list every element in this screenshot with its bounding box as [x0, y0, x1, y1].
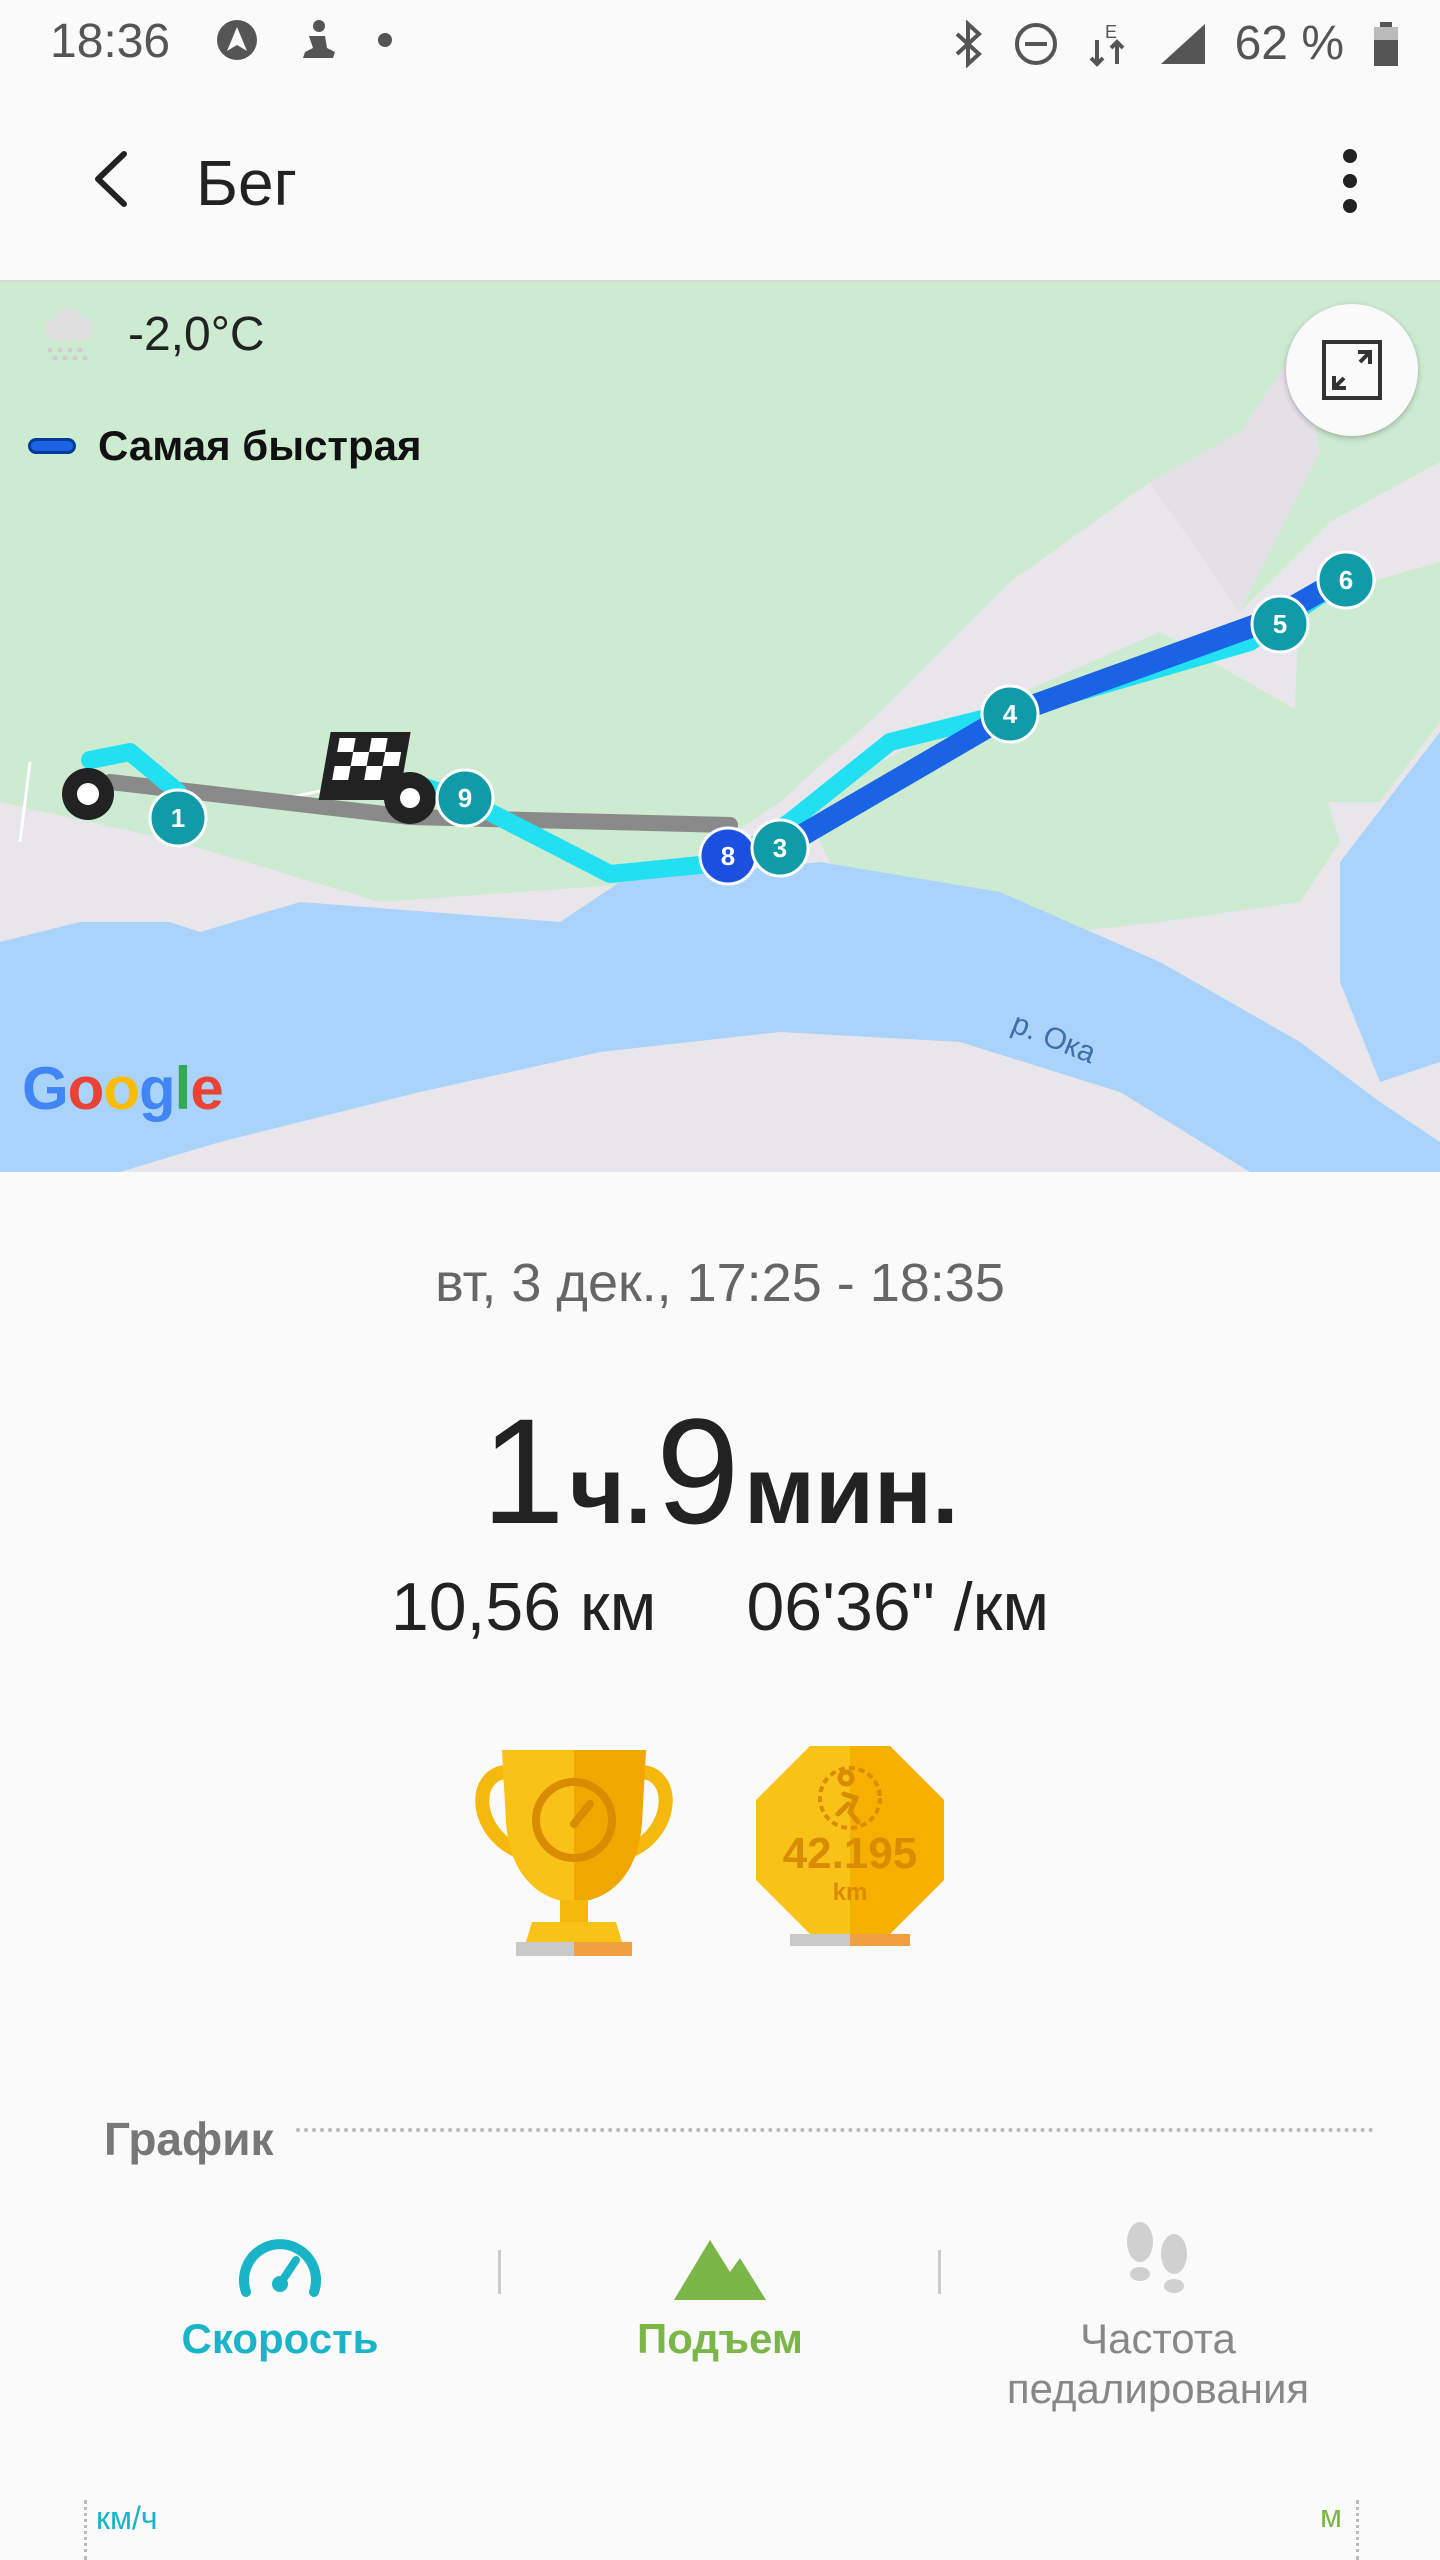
tab-elevation-label: Подъем [637, 2315, 803, 2362]
duration-minutes-unit: мин. [743, 1437, 959, 1544]
expand-map-button[interactable] [1286, 304, 1418, 436]
medal-value: 42.195 [783, 1829, 918, 1878]
data-e-icon: E [1089, 22, 1125, 67]
axis-right-line [1356, 2500, 1359, 2560]
map-marker-8[interactable]: 8 [721, 841, 735, 871]
battery-icon [1374, 21, 1398, 66]
map-marker-6[interactable]: 6 [1339, 565, 1353, 595]
tab-speed[interactable]: Скорость [60, 2220, 500, 2364]
duration-minutes: 9 [656, 1387, 740, 1555]
mountain-icon [674, 2240, 766, 2300]
do-not-disturb-icon [1014, 22, 1057, 65]
axis-right-unit: м [1320, 2498, 1342, 2534]
tab-elevation[interactable]: Подъем [500, 2220, 940, 2364]
map-marker-9[interactable]: 9 [458, 783, 472, 813]
route-map[interactable]: 1 9 8 3 4 5 6 -2,0°C Самая быстрая р. Ок… [0, 282, 1440, 1172]
workout-duration: 1 ч. 9 мин. [0, 1385, 1440, 1558]
weather-info: -2,0°C [38, 304, 265, 364]
page-title: Бег [196, 147, 297, 219]
graph-tabs: Скорость Подъем Частота педалирования [0, 2220, 1440, 2440]
yoga-icon [303, 20, 335, 58]
svg-text:E: E [1105, 22, 1117, 42]
google-logo: Google [22, 1055, 224, 1122]
tab-cadence[interactable]: Частота педалирования [938, 2220, 1378, 2414]
map-marker-1[interactable]: 1 [171, 803, 185, 833]
map-canvas: 1 9 8 3 4 5 6 [0, 282, 1440, 1172]
graph-section-title: График [104, 2113, 274, 2165]
tab-cadence-label: Частота педалирования [1006, 2315, 1310, 2412]
temperature: -2,0°C [128, 307, 265, 361]
duration-hours-unit: ч. [569, 1437, 652, 1544]
battery-percent: 62 % [1234, 17, 1344, 70]
map-marker-4[interactable]: 4 [1003, 699, 1018, 729]
status-bar: 18:36 E 62 % [0, 0, 1440, 84]
footprints-icon [1127, 2222, 1187, 2293]
speedometer-icon [239, 2239, 321, 2297]
distance-value: 10,56 км [390, 1569, 657, 1645]
expand-icon [1322, 340, 1382, 400]
legend-label: Самая быстрая [98, 422, 422, 469]
workout-date: вт, 3 дек., 17:25 - 18:35 [435, 1253, 1005, 1313]
signal-icon [1160, 23, 1205, 64]
graph-divider [296, 2128, 1374, 2132]
axis-left-line [84, 2500, 87, 2560]
bluetooth-icon [955, 19, 982, 68]
axis-left-unit: км/ч [96, 2500, 158, 2536]
tab-separator [938, 2250, 941, 2294]
back-arrow-icon[interactable] [80, 144, 150, 214]
workout-stats: 10,56 км 06'36" /км [0, 1568, 1440, 1646]
navigation-icon [217, 20, 257, 60]
app-bar: Бег [0, 84, 1440, 282]
marathon-medal-icon[interactable]: 42.195 km [750, 1742, 950, 1960]
tab-separator [498, 2250, 501, 2294]
speed-trophy-icon[interactable] [462, 1742, 686, 1960]
legend-fastest: Самая быстрая [28, 422, 422, 470]
tab-speed-label: Скорость [181, 2315, 379, 2362]
pace-value: 06'36" /км [746, 1569, 1050, 1645]
cloud-snow-icon [45, 308, 94, 361]
map-marker-5[interactable]: 5 [1273, 609, 1287, 639]
more-vert-icon[interactable] [1338, 146, 1362, 216]
duration-hours: 1 [481, 1387, 565, 1555]
medal-unit: km [833, 1879, 868, 1906]
dot-icon [378, 33, 392, 47]
legend-swatch [28, 438, 76, 454]
map-marker-3[interactable]: 3 [773, 833, 787, 863]
status-time: 18:36 [50, 15, 171, 68]
finish-flag-icon [318, 732, 411, 800]
